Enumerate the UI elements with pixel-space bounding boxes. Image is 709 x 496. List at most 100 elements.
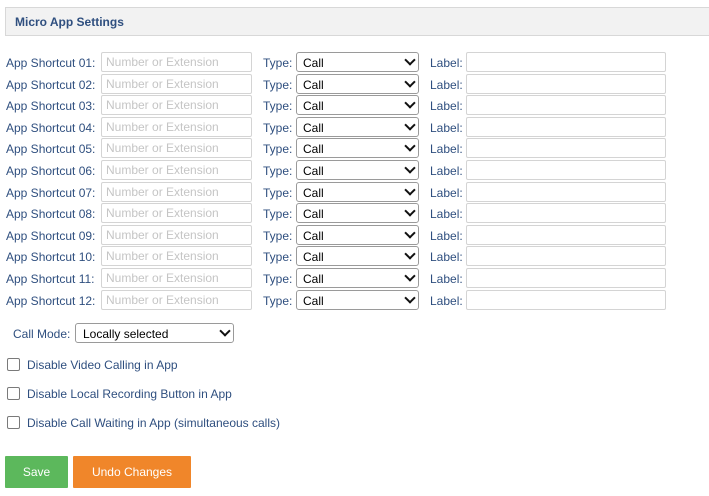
shortcut-label: App Shortcut 06: [6, 163, 96, 178]
shortcut-label: App Shortcut 02: [6, 77, 96, 92]
shortcut-number-input[interactable] [101, 246, 252, 267]
type-select[interactable]: Call [296, 116, 419, 137]
chevron-down-icon [404, 248, 416, 261]
shortcut-number-input[interactable] [101, 224, 252, 245]
type-select[interactable]: Call [296, 203, 419, 224]
shortcut-label-input[interactable] [466, 224, 666, 245]
label-label: Label: [430, 207, 463, 222]
label-label: Label: [430, 185, 463, 200]
type-label: Type: [263, 185, 293, 200]
shortcut-label: App Shortcut 09: [6, 228, 96, 243]
type-label: Type: [263, 228, 293, 243]
shortcut-label-input[interactable] [466, 95, 666, 116]
chevron-down-icon [404, 97, 416, 109]
type-select-value: Call [303, 293, 324, 308]
chevron-down-icon [404, 162, 416, 174]
chevron-down-icon [404, 227, 416, 239]
shortcut-number-input[interactable] [101, 181, 252, 202]
type-label: Type: [263, 163, 293, 178]
shortcut-number-input[interactable] [101, 289, 252, 310]
chevron-down-icon [404, 183, 416, 196]
shortcut-label: App Shortcut 11: [6, 271, 95, 286]
chevron-down-icon [404, 119, 416, 131]
shortcut-row-07: App Shortcut 07: Type: Call Label: [0, 181, 709, 204]
type-select[interactable]: Call [296, 52, 419, 72]
type-select-value: Call [303, 99, 324, 114]
shortcut-label-input[interactable] [466, 52, 666, 72]
panel-title: Micro App Settings [15, 15, 124, 29]
call-mode-select[interactable]: Locally selected [75, 323, 234, 343]
shortcut-row-10: App Shortcut 10: Type: Call Label: [0, 246, 709, 268]
shortcut-number-input[interactable] [101, 95, 252, 116]
label-label: Label: [430, 250, 463, 265]
type-select[interactable]: Call [296, 95, 419, 116]
type-select[interactable]: Call [296, 138, 419, 159]
type-label: Type: [263, 99, 293, 114]
type-select[interactable]: Call [296, 159, 419, 180]
type-label: Type: [263, 77, 293, 92]
type-select-value: Call [303, 207, 324, 222]
label-label: Label: [430, 163, 463, 178]
label-label: Label: [430, 228, 463, 243]
type-label: Type: [263, 120, 293, 135]
shortcut-label-input[interactable] [466, 116, 666, 137]
chevron-down-icon [404, 54, 416, 66]
shortcut-number-input[interactable] [101, 116, 252, 137]
type-select-value: Call [303, 185, 324, 200]
shortcut-label: App Shortcut 07: [6, 185, 96, 200]
shortcut-row-09: App Shortcut 09: Type: Call Label: [0, 224, 709, 247]
type-label: Type: [263, 293, 293, 308]
shortcut-label: App Shortcut 03: [6, 99, 96, 114]
type-select-value: Call [303, 163, 324, 178]
shortcut-row-06: App Shortcut 06: Type: Call Label: [0, 159, 709, 182]
shortcut-label-input[interactable] [466, 138, 666, 159]
chevron-down-icon [404, 270, 416, 282]
type-select-value: Call [303, 228, 324, 243]
disable-local-recording-checkbox[interactable] [7, 387, 20, 400]
label-label: Label: [430, 293, 463, 308]
type-select-value: Call [303, 120, 324, 135]
type-select[interactable]: Call [296, 224, 419, 245]
shortcut-label: App Shortcut 12: [6, 293, 96, 308]
shortcut-label: App Shortcut 08: [6, 207, 96, 222]
disable-call-waiting-label: Disable Call Waiting in App (simultaneou… [27, 416, 280, 430]
shortcut-label-input[interactable] [466, 203, 666, 224]
shortcut-row-08: App Shortcut 08: Type: Call Label: [0, 203, 709, 225]
shortcut-row-04: App Shortcut 04: Type: Call Label: [0, 116, 709, 139]
disable-video-calling-checkbox[interactable] [7, 358, 20, 371]
shortcut-label-input[interactable] [466, 159, 666, 180]
label-label: Label: [430, 142, 463, 157]
disable-video-calling-label: Disable Video Calling in App [27, 358, 178, 372]
type-select-value: Call [303, 271, 324, 286]
shortcut-label: App Shortcut 01: [6, 56, 96, 70]
label-label: Label: [430, 77, 463, 92]
type-label: Type: [263, 207, 293, 222]
shortcut-number-input[interactable] [101, 52, 252, 72]
shortcut-label-input[interactable] [466, 73, 666, 94]
type-select[interactable]: Call [296, 73, 419, 94]
shortcut-number-input[interactable] [101, 203, 252, 224]
type-label: Type: [263, 250, 293, 265]
shortcut-label-input[interactable] [466, 181, 666, 202]
undo-changes-button[interactable]: Undo Changes [73, 456, 191, 488]
shortcut-number-input[interactable] [101, 267, 252, 288]
shortcut-number-input[interactable] [101, 73, 252, 94]
type-select[interactable]: Call [296, 246, 419, 267]
shortcut-label-input[interactable] [466, 267, 666, 288]
shortcut-number-input[interactable] [101, 159, 252, 180]
save-button[interactable]: Save [5, 456, 68, 488]
chevron-down-icon [219, 325, 231, 337]
disable-local-recording-label: Disable Local Recording Button in App [27, 387, 232, 401]
shortcut-row-05: App Shortcut 05: Type: Call Label: [0, 138, 709, 160]
shortcut-number-input[interactable] [101, 138, 252, 159]
disable-call-waiting-checkbox[interactable] [7, 416, 20, 429]
type-select[interactable]: Call [296, 289, 419, 310]
type-select[interactable]: Call [296, 181, 419, 202]
shortcut-label-input[interactable] [466, 289, 666, 310]
type-select-value: Call [303, 77, 324, 92]
shortcut-label-input[interactable] [466, 246, 666, 267]
shortcut-row-02: App Shortcut 02: Type: Call Label: [0, 73, 709, 96]
type-select-value: Call [303, 56, 324, 70]
type-select[interactable]: Call [296, 267, 419, 288]
label-label: Label: [430, 271, 463, 286]
